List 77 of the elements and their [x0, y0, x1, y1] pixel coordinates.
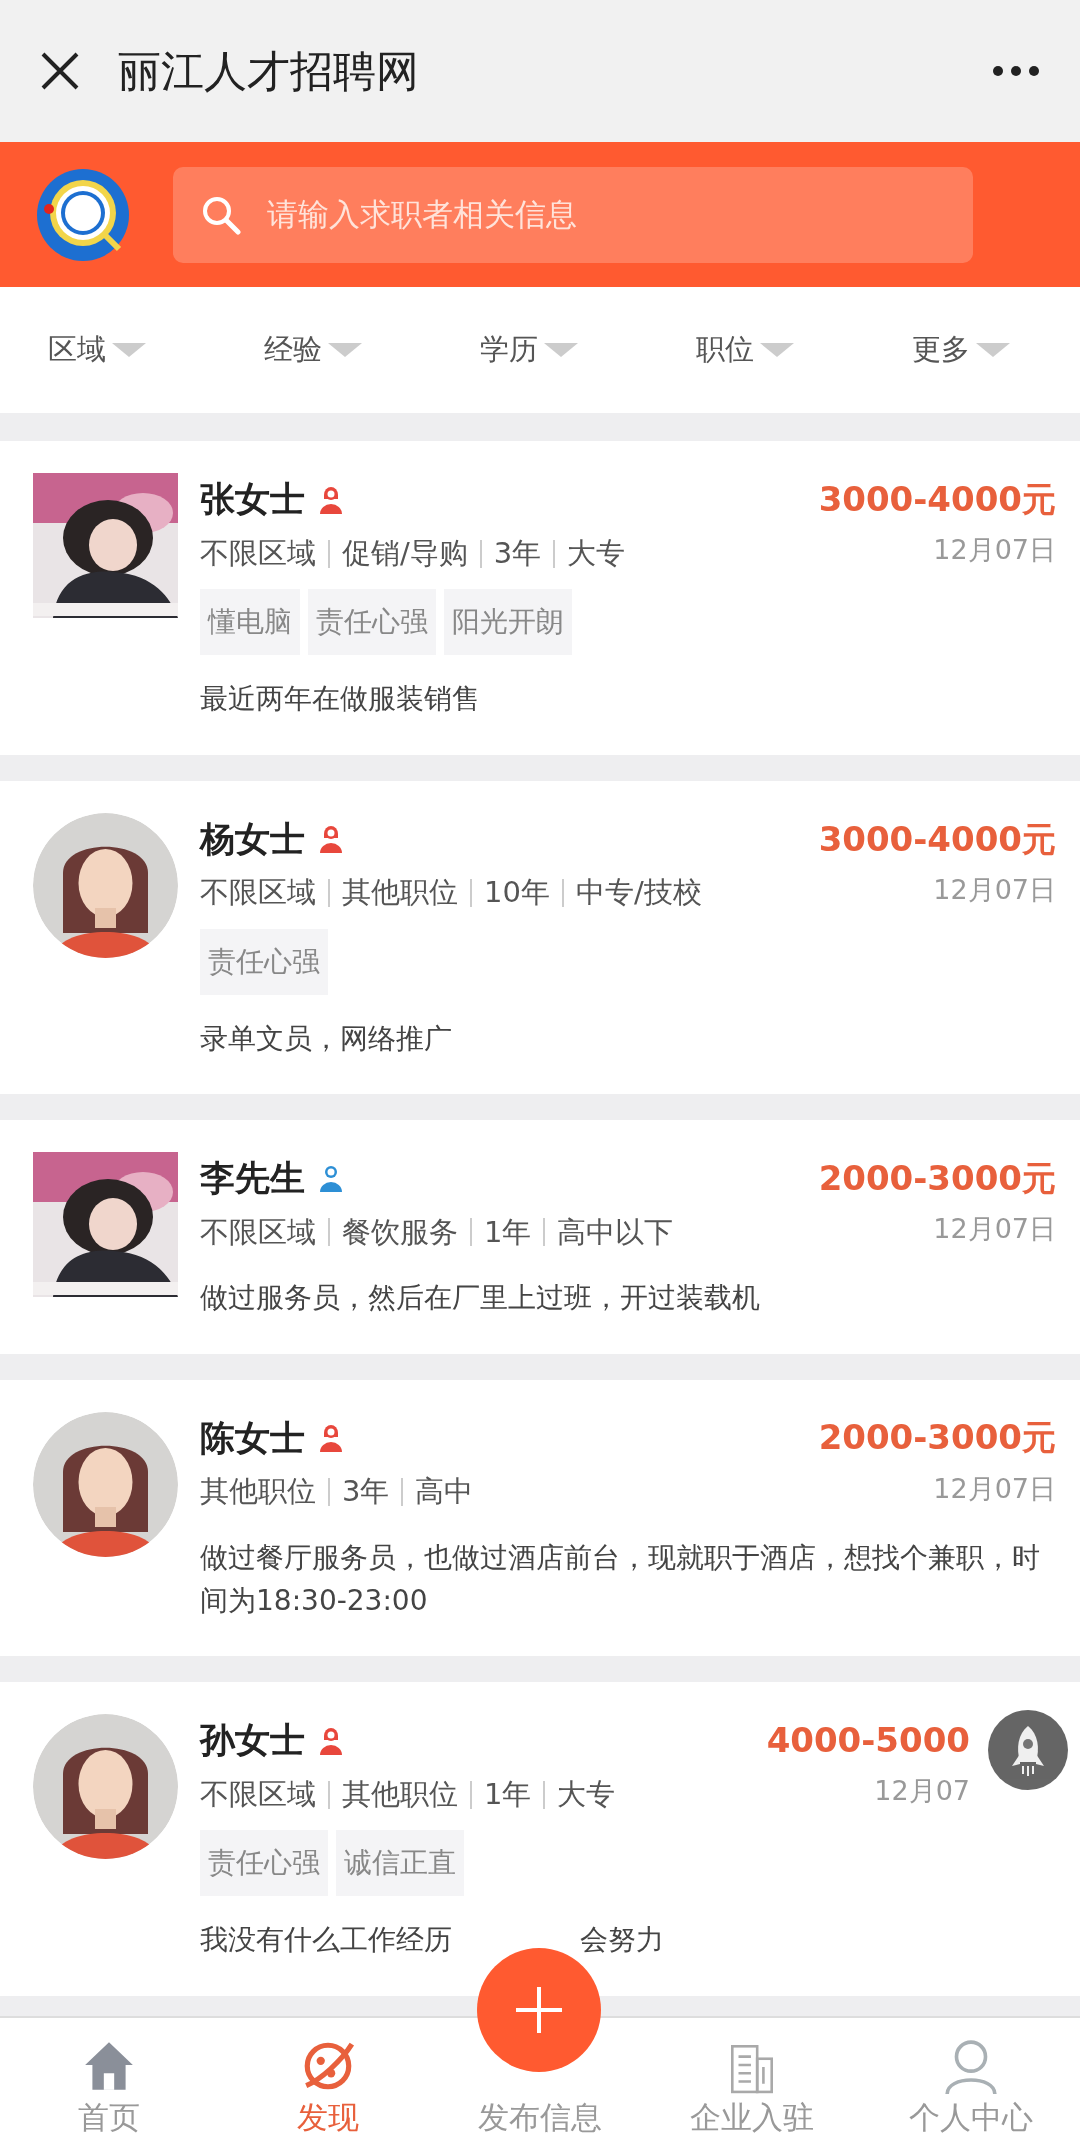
skill-tag: 责任心强: [308, 589, 436, 656]
info-text: 不限区域: [200, 874, 316, 912]
caret-icon: [328, 343, 362, 358]
info-text: 餐饮服务: [342, 1213, 458, 1251]
description-text: 会努力: [580, 1923, 664, 1957]
person-icon: [942, 2037, 999, 2094]
skill-tag: 诚信正直: [336, 1830, 464, 1897]
person-icon: [319, 1422, 343, 1453]
filter-dropdown[interactable]: 学历: [432, 327, 648, 373]
date-text: 12月07: [874, 1774, 970, 1809]
info-text: 其他职位: [342, 874, 458, 912]
close-icon[interactable]: [40, 51, 80, 92]
avatar-icon: [33, 812, 178, 958]
salary-text: 4000-5000: [766, 1719, 970, 1763]
avatar-icon: [33, 1714, 178, 1860]
search-icon: [201, 194, 241, 235]
caret-icon: [760, 343, 794, 358]
date-text: 12月07日: [933, 533, 1056, 568]
info-text: 中专/技校: [575, 874, 702, 912]
description-text: 最近两年在做服装销售: [200, 682, 480, 716]
caret-icon: [976, 343, 1010, 358]
info-text: 3年: [493, 534, 542, 572]
person-icon: [319, 1725, 343, 1756]
description-text: 录单文员，网络推广: [200, 1021, 452, 1055]
filter-dropdown[interactable]: 经验: [216, 327, 432, 373]
logo-icon: [35, 166, 131, 263]
candidate-name: 陈女士: [200, 1416, 305, 1460]
more-icon[interactable]: [992, 65, 1040, 78]
candidate-name: 张女士: [200, 478, 305, 522]
skill-tag: 责任心强: [200, 1830, 328, 1897]
salary-text: 2000-3000元: [818, 1416, 1056, 1460]
candidate-card[interactable]: 杨女士 3000-4000元 不限区域 其他职位 10年 中专/技校 12月07日 责任心强 录单文员，网络推广: [0, 780, 1080, 1095]
salary-text: 2000-3000元: [818, 1156, 1056, 1200]
candidate-card[interactable]: 张女士 3000-4000元 不限区域 促销/导购 3年 大专 12月07日 懂电脑 责任心强 阳光开朗 最近两年在做服装销售: [0, 441, 1080, 755]
info-text: 1年: [484, 1775, 532, 1813]
salary-text: 3000-4000元: [818, 817, 1056, 861]
skill-tag: 责任心强: [200, 928, 328, 995]
filter-dropdown[interactable]: 区域: [0, 327, 216, 373]
filter-dropdown[interactable]: 更多: [864, 327, 1080, 373]
info-text: 促销/导购: [342, 534, 468, 572]
info-text: 高中: [415, 1473, 474, 1511]
date-text: 12月07日: [933, 1471, 1056, 1506]
avatar-icon: [33, 1411, 178, 1557]
info-text: 1年: [484, 1213, 532, 1251]
skill-tag: 阳光开朗: [444, 589, 572, 656]
info-text: 其他职位: [200, 1473, 316, 1511]
filter-dropdown[interactable]: 职位: [648, 327, 864, 373]
candidate-card[interactable]: 李先生 2000-3000元 不限区域 餐饮服务 1年 高中以下 12月07日 做过服务员，然后在厂里上过班，开过装载机: [0, 1120, 1080, 1354]
info-text: 10年: [484, 874, 550, 912]
caret-icon: [112, 343, 146, 358]
caret-icon: [544, 343, 578, 358]
info-text: 高中以下: [557, 1213, 674, 1251]
info-text: 不限区域: [200, 1213, 316, 1251]
description-text: 我没有什么工作经历: [200, 1923, 452, 1957]
info-text: 3年: [342, 1473, 390, 1511]
description-text: 做过服务员，然后在厂里上过班，开过装载机: [200, 1281, 760, 1315]
skill-tag: 懂电脑: [200, 589, 300, 656]
candidate-card[interactable]: 陈女士 2000-3000元 其他职位 3年 高中 12月07日 做过餐厅服务员，也做过酒店前台，现就职于酒店，想找个兼职，时间为18:30-23:00: [0, 1379, 1080, 1657]
plus-icon: [514, 1985, 564, 2035]
person-icon: [319, 824, 343, 854]
description-text: 做过餐厅服务员，也做过酒店前台，现就职于酒店，想找个兼职，时间为18:30-23:00: [200, 1540, 1040, 1617]
date-text: 12月07日: [933, 1212, 1056, 1247]
page-title: 丽江人才招聘网: [118, 44, 420, 98]
candidate-name: 孙女士: [200, 1719, 305, 1763]
person-icon: [319, 1163, 343, 1194]
info-text: 大专: [567, 534, 626, 572]
search-bar[interactable]: 请输入求职者相关信息: [173, 166, 973, 263]
info-text: 不限区域: [200, 534, 316, 572]
info-text: 不限区域: [200, 1775, 316, 1813]
salary-text: 3000-4000元: [818, 478, 1056, 522]
info-text: 大专: [557, 1775, 616, 1813]
candidate-name: 李先生: [200, 1157, 305, 1201]
candidate-name: 杨女士: [200, 817, 305, 861]
info-text: 其他职位: [342, 1775, 458, 1813]
candidate-card[interactable]: 孙女士 4000-5000 不限区域 其他职位 1年 大专 12月07 责任心强 诚信正直 我没有什么工作经历 会努力: [0, 1682, 1080, 1996]
person-icon: [319, 484, 343, 515]
date-text: 12月07日: [933, 872, 1056, 907]
